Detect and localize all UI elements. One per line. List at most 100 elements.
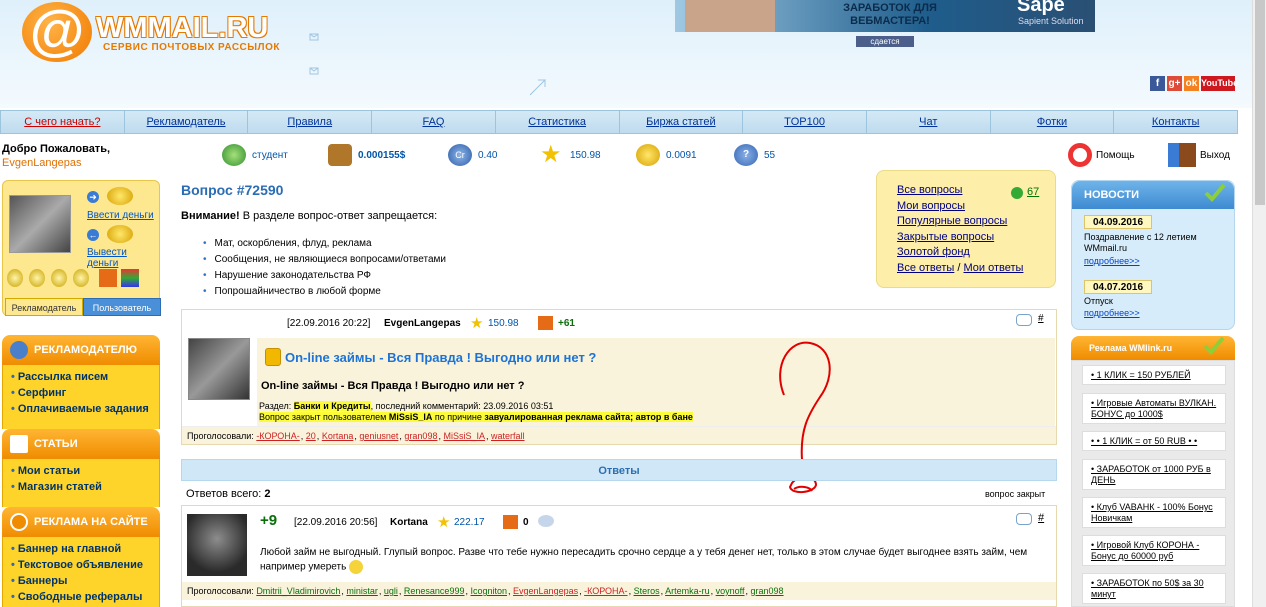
sidebar-item-surfing[interactable]: Серфинг [11, 385, 159, 401]
menu-link-photos[interactable]: Фотки [1037, 116, 1067, 128]
ad-link[interactable]: • Игровой Клуб КОРОНА - Бонус до 60000 р… [1091, 540, 1199, 561]
sidebar-item-banners[interactable]: Баннеры [11, 573, 159, 589]
speech-bubble-icon[interactable] [538, 515, 554, 527]
menu-item-faq[interactable]: FAQ [372, 111, 496, 133]
nav-my-answers[interactable]: Мои ответы [964, 262, 1024, 274]
username-link[interactable]: EvgenLangepas [2, 157, 82, 169]
balance-stat[interactable]: 0.000155$ [328, 143, 405, 167]
sidebar-item-mailing[interactable]: Рассылка писем [11, 369, 159, 385]
news-more-link[interactable]: подробнее>> [1084, 308, 1140, 318]
permalink[interactable]: # [1038, 313, 1044, 324]
answer-author[interactable]: Kortana [390, 517, 428, 528]
voter-link[interactable]: gran098 [751, 586, 784, 596]
facebook-icon[interactable]: f [1150, 76, 1165, 91]
ad-link[interactable]: • • 1 КЛИК = от 50 RUB • • [1091, 436, 1197, 446]
voter-link[interactable]: MiSsiS_IA [443, 431, 485, 441]
ad-link[interactable]: • 1 КЛИК = 150 РУБЛЕЙ [1091, 370, 1191, 380]
ad-link[interactable]: • ЗАРАБОТОК по 50$ за 30 минут [1091, 578, 1204, 599]
exit-button[interactable]: Выход [1168, 143, 1230, 167]
section-header-articles[interactable]: СТАТЬИ [2, 429, 160, 459]
voter-link[interactable]: Kortana [322, 431, 354, 441]
questions-stat[interactable]: ? 55 [734, 143, 775, 167]
voter-link[interactable]: waterfall [491, 431, 525, 441]
voter-link[interactable]: Artemka-ru [665, 586, 710, 596]
deposit-link[interactable]: Ввести деньги [87, 210, 154, 221]
voter-link[interactable]: Renesance999 [404, 586, 465, 596]
comments-icon[interactable] [1016, 314, 1032, 326]
youtube-icon[interactable]: YouTube [1201, 76, 1238, 91]
section-header-advertiser[interactable]: РЕКЛАМОДАТЕЛЮ [2, 335, 160, 365]
ad-item[interactable]: • 1 КЛИК = 150 РУБЛЕЙ [1082, 365, 1226, 385]
ad-item[interactable]: • Игровые Автоматы ВУЛКАН. БОНУС до 1000… [1082, 393, 1226, 424]
online-count[interactable]: 67 [1027, 185, 1039, 201]
sidebar-item-paid-tasks[interactable]: Оплачиваемые задания [11, 401, 159, 417]
voter-link[interactable]: ministar [346, 586, 378, 596]
post-author[interactable]: EvgenLangepas [384, 318, 461, 329]
ad-link[interactable]: • Игровые Автоматы ВУЛКАН. БОНУС до 1000… [1091, 398, 1216, 419]
voter-link[interactable]: gran098 [404, 431, 437, 441]
ad-item[interactable]: • Клуб VABAНК - 100% Бонус Новичкам [1082, 497, 1226, 528]
permalink[interactable]: # [1038, 512, 1044, 524]
voter-link[interactable]: Icogniton [470, 586, 507, 596]
help-button[interactable]: Помощь [1068, 143, 1135, 167]
menu-link-articles[interactable]: Биржа статей [646, 116, 715, 128]
site-logo[interactable]: WMMAIL.RU [96, 12, 268, 45]
withdraw-link[interactable]: Вывести деньги [87, 247, 159, 269]
meta-closer[interactable]: MiSsiS_IA [388, 412, 433, 422]
page-scrollbar[interactable] [1252, 0, 1266, 607]
sidebar-item-free-referrals[interactable]: Свободные рефералы [11, 589, 159, 605]
voter-link[interactable]: Steros [634, 586, 660, 596]
voter-link[interactable]: -КОРОНА- [584, 586, 627, 596]
voter-link[interactable]: Dmitrii_Vladimirovich [256, 586, 340, 596]
user-avatar[interactable] [9, 195, 71, 253]
logo-at-icon[interactable]: @ [22, 2, 92, 62]
ad-item[interactable]: • Игровой Клуб КОРОНА - Бонус до 60000 р… [1082, 535, 1226, 566]
voter-link[interactable]: ugli [384, 586, 398, 596]
scrollbar-thumb[interactable] [1255, 0, 1265, 205]
menu-link-contacts[interactable]: Контакты [1152, 116, 1200, 128]
rating-stat[interactable]: ★ 150.98 [540, 143, 601, 167]
menu-item-articles[interactable]: Биржа статей [620, 111, 744, 133]
ad-item[interactable]: • • 1 КЛИК = от 50 RUB • • [1082, 431, 1226, 451]
menu-link-faq[interactable]: FAQ [422, 116, 444, 128]
ad-link[interactable]: • ЗАРАБОТОК от 1000 РУБ в ДЕНЬ [1091, 464, 1211, 485]
tab-advertiser[interactable]: Рекламодатель [5, 298, 83, 316]
menu-link-top100[interactable]: TOP100 [784, 116, 825, 128]
news-more-link[interactable]: подробнее>> [1084, 256, 1140, 266]
menu-item-stats[interactable]: Статистика [496, 111, 620, 133]
nav-my-questions[interactable]: Мои вопросы [897, 199, 1055, 215]
menu-link-advertiser[interactable]: Рекламодатель [147, 116, 226, 128]
voter-link[interactable]: geniusnet [359, 431, 398, 441]
sidebar-item-text-ad[interactable]: Текстовое объявление [11, 557, 159, 573]
nav-all-answers[interactable]: Все ответы [897, 262, 954, 274]
nav-golden-fund[interactable]: Золотой фонд [897, 245, 1055, 261]
voter-link[interactable]: voynoff [716, 586, 745, 596]
menu-link-rules[interactable]: Правила [287, 116, 332, 128]
nav-popular-questions[interactable]: Популярные вопросы [897, 214, 1055, 230]
menu-item-contacts[interactable]: Контакты [1114, 111, 1237, 133]
section-header-site-ads[interactable]: РЕКЛАМА НА САЙТЕ [2, 507, 160, 537]
tab-user[interactable]: Пользователь [83, 298, 161, 316]
ad-item[interactable]: • ЗАРАБОТОК по 50$ за 30 минут [1082, 573, 1226, 604]
status-stat[interactable]: студент [222, 143, 288, 167]
google-plus-icon[interactable]: g+ [1167, 76, 1182, 91]
sidebar-item-my-articles[interactable]: Мои статьи [11, 463, 159, 479]
menu-item-top100[interactable]: TOP100 [743, 111, 867, 133]
voter-link[interactable]: EvgenLangepas [513, 586, 578, 596]
menu-item-start[interactable]: С чего начать? [1, 111, 125, 133]
menu-item-photos[interactable]: Фотки [991, 111, 1115, 133]
menu-item-chat[interactable]: Чат [867, 111, 991, 133]
banner-rent-label[interactable]: сдается [856, 36, 914, 47]
author-avatar[interactable] [188, 338, 250, 400]
author-avatar[interactable] [187, 514, 247, 576]
sape-banner[interactable]: ЗАРАБОТОК ДЛЯ ВЕБМАСТЕРА! Sape Sapient S… [675, 0, 1095, 32]
comments-icon[interactable] [1016, 513, 1032, 525]
nav-closed-questions[interactable]: Закрытые вопросы [897, 230, 1055, 246]
voter-link[interactable]: 20 [306, 431, 316, 441]
menu-item-rules[interactable]: Правила [248, 111, 373, 133]
credits-stat[interactable]: Cr 0.40 [448, 143, 497, 167]
menu-link-stats[interactable]: Статистика [528, 116, 586, 128]
odnoklassniki-icon[interactable]: ok [1184, 76, 1199, 91]
menu-link-chat[interactable]: Чат [919, 116, 937, 128]
menu-link-start[interactable]: С чего начать? [24, 116, 100, 128]
